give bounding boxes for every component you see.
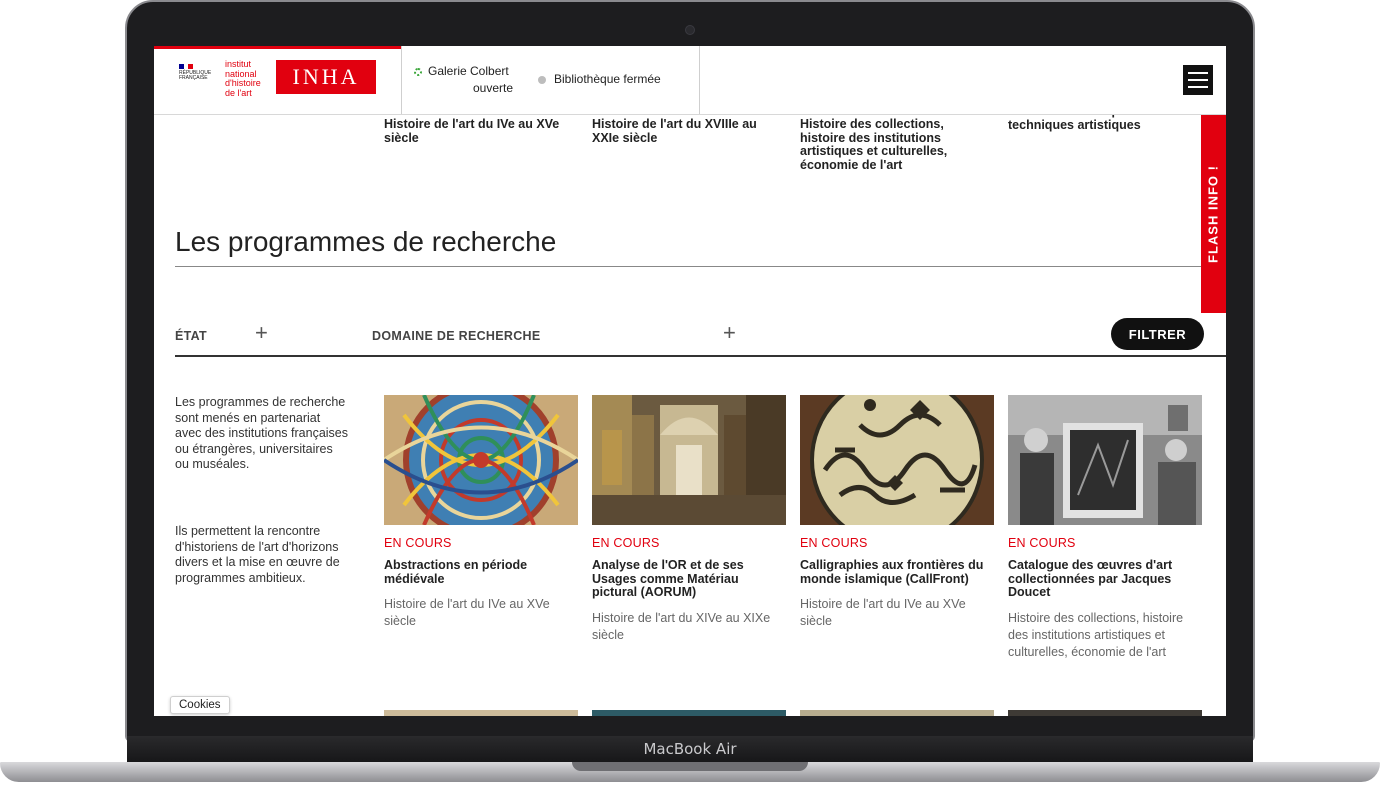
card-title[interactable]: Calligraphies aux frontières du monde is…: [800, 558, 994, 586]
flash-info-label: FLASH INFO !: [1205, 165, 1221, 263]
menu-bar: [1188, 79, 1208, 81]
card-domain: Histoire des collections, histoire des i…: [1008, 610, 1184, 659]
program-card[interactable]: EN COURS Calligraphies aux frontières du…: [800, 395, 994, 630]
laptop-base-notch: [572, 762, 808, 771]
header-accent-line: [154, 46, 402, 49]
program-card[interactable]: EN COURS Analyse de l'OR et de ses Usage…: [592, 395, 786, 644]
plus-icon[interactable]: +: [723, 322, 736, 344]
galerie-status[interactable]: Galerie Colbert ouverte: [414, 63, 513, 97]
top-category[interactable]: Histoire de l'art du IVe au XVe siècle: [384, 117, 579, 145]
top-category[interactable]: Histoire des collections, histoire des i…: [800, 117, 970, 172]
program-card[interactable]: EN COURS Abstractions en période médiéva…: [384, 395, 578, 630]
inha-logo[interactable]: INHA: [276, 60, 376, 94]
card-image-callfront[interactable]: [800, 395, 994, 525]
filter-button[interactable]: FILTRER: [1111, 318, 1204, 350]
menu-bar: [1188, 72, 1208, 74]
card-image-aorum[interactable]: [592, 395, 786, 525]
card-image-next[interactable]: [1008, 710, 1202, 716]
top-category[interactable]: Histoire de l'art du XVIIIe au XXIe sièc…: [592, 117, 787, 145]
filter-divider: [175, 355, 1226, 357]
institute-name[interactable]: institut national d'histoire de l'art: [225, 59, 273, 98]
doucet-photograph-image: [1008, 395, 1202, 525]
bibliotheque-status[interactable]: Bibliothèque fermée: [538, 72, 661, 86]
cathedral-painting-image: [592, 395, 786, 525]
republic-text: RÉPUBLIQUE FRANÇAISE: [179, 70, 212, 81]
calligraphy-plate-image: [800, 395, 994, 525]
title-divider: [175, 266, 1205, 267]
device-label: MacBook Air: [643, 740, 737, 758]
program-card[interactable]: EN COURS Catalogue des œuvres d'art coll…: [1008, 395, 1202, 661]
card-status: EN COURS: [800, 536, 868, 550]
card-domain: Histoire de l'art du IVe au XVe siècle: [800, 597, 966, 628]
card-image-doucet[interactable]: [1008, 395, 1202, 525]
card-domain: Histoire de l'art du IVe au XVe siècle: [384, 597, 550, 628]
republique-francaise-logo[interactable]: RÉPUBLIQUE FRANÇAISE: [179, 64, 215, 98]
card-image-next[interactable]: [800, 710, 994, 716]
card-title[interactable]: Abstractions en période médiévale: [384, 558, 578, 586]
card-title[interactable]: Analyse de l'OR et de ses Usages comme M…: [592, 558, 786, 600]
card-image-next[interactable]: [592, 710, 786, 716]
site-header: RÉPUBLIQUE FRANÇAISE institut national d…: [154, 46, 1226, 115]
celtic-knot-image: [384, 395, 578, 525]
card-domain: Histoire de l'art du XIVe au XIXe siècle: [592, 610, 771, 642]
card-status: EN COURS: [592, 536, 660, 550]
camera-icon: [685, 25, 695, 35]
plus-icon[interactable]: +: [255, 322, 268, 344]
intro-paragraph: Les programmes de recherche sont menés e…: [175, 395, 349, 471]
intro-paragraph: Ils permettent la rencontre d'historiens…: [175, 524, 340, 585]
header-divider: [699, 46, 700, 114]
open-status-icon: [414, 67, 422, 76]
card-title[interactable]: Catalogue des œuvres d'art collectionnée…: [1008, 558, 1202, 600]
cookies-button[interactable]: Cookies: [170, 696, 230, 714]
galerie-name: Galerie Colbert: [428, 64, 509, 78]
card-status: EN COURS: [1008, 536, 1076, 550]
hamburger-menu-button[interactable]: [1183, 65, 1213, 95]
section-title: Les programmes de recherche: [175, 226, 557, 257]
card-image-abstractions[interactable]: [384, 395, 578, 525]
browser-screen: Histoire de l'art du IVe au XVe siècle H…: [154, 46, 1226, 716]
card-image-next[interactable]: [384, 710, 578, 716]
galerie-open-state: ouverte: [473, 81, 514, 95]
closed-status-icon: [538, 75, 546, 84]
french-flag-icon: [179, 64, 194, 69]
menu-bar: [1188, 86, 1208, 88]
flash-info-tab[interactable]: FLASH INFO !: [1201, 114, 1226, 313]
filter-domaine-label[interactable]: DOMAINE DE RECHERCHE: [372, 329, 541, 343]
header-divider: [401, 46, 402, 114]
filter-etat-label[interactable]: ÉTAT: [175, 329, 207, 343]
card-status: EN COURS: [384, 536, 452, 550]
bibliotheque-label: Bibliothèque fermée: [554, 72, 661, 86]
